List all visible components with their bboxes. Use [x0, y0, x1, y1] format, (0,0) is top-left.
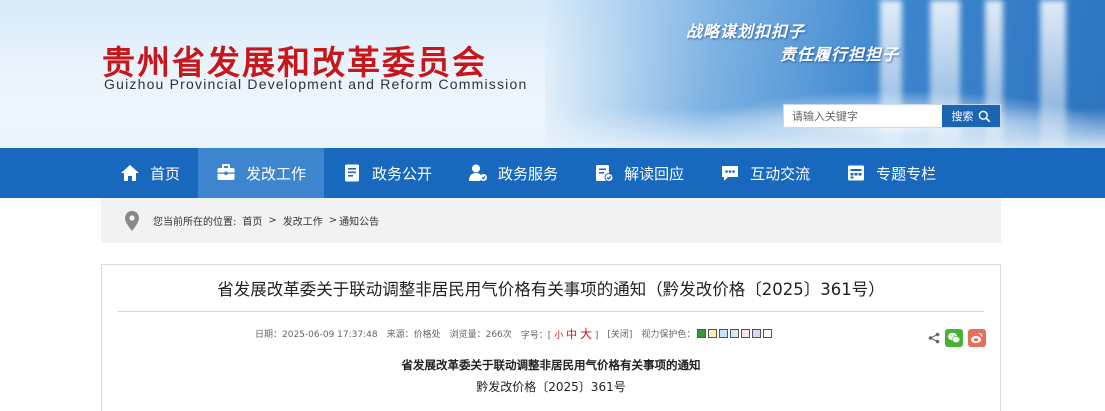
close-link[interactable]: [关闭]: [607, 327, 632, 340]
breadcrumb-separator: >: [328, 215, 338, 226]
search-button[interactable]: 搜索: [942, 105, 1000, 127]
eye-color-swatch[interactable]: [730, 329, 740, 338]
eye-color-swatch[interactable]: [763, 329, 773, 338]
article-meta: 日期：2025-06-09 17:37:48 来源：价格处 浏览量：266次 字…: [255, 325, 773, 342]
share-icon[interactable]: [928, 332, 940, 344]
nav-label: 首页: [150, 164, 181, 183]
nav-label: 发改工作: [246, 164, 307, 183]
breadcrumb: 您当前所在的位置: 首页 > 发改工作 > 通知公告: [101, 198, 1001, 243]
location-pin-icon: [125, 210, 139, 231]
font-size-medium[interactable]: 中: [566, 328, 577, 341]
nav-item-interaction[interactable]: 互动交流: [702, 148, 828, 198]
font-size-large[interactable]: 大: [580, 327, 592, 341]
font-size-bracket: ]: [594, 331, 599, 341]
eye-color-swatch[interactable]: [708, 329, 718, 338]
eye-color-swatch[interactable]: [697, 329, 707, 338]
nav-label: 政务服务: [498, 164, 559, 183]
wechat-icon: [948, 332, 961, 344]
breadcrumb-separator: >: [268, 215, 277, 226]
nav-item-services[interactable]: 政务服务: [450, 148, 576, 198]
weibo-share-button[interactable]: [968, 329, 986, 347]
share-bar: [928, 329, 986, 347]
slogan-line-1: 战略谋划扣扣子: [686, 22, 806, 41]
font-size-label: 字号：[: [520, 331, 552, 341]
nav-label: 互动交流: [750, 164, 811, 183]
font-size-control: 字号：[ 小 中 大 ]: [521, 325, 599, 342]
slogan-line-2: 责任履行担担子: [780, 45, 900, 64]
breadcrumb-notices[interactable]: 通知公告: [339, 213, 379, 228]
view-count: 浏览量：266次: [449, 330, 512, 340]
nav-item-topics[interactable]: 专题专栏: [828, 148, 954, 198]
wechat-share-button[interactable]: [945, 329, 963, 347]
site-subtitle: Guizhou Provincial Development and Refor…: [104, 76, 528, 92]
article-panel: 省发展改革委关于联动调整非居民用气价格有关事项的通知（黔发改价格〔2025〕36…: [101, 264, 1001, 411]
nav-item-home[interactable]: 首页: [102, 148, 198, 198]
breadcrumb-prefix: 您当前所在的位置:: [153, 217, 237, 228]
document-icon: [345, 164, 360, 182]
nav-item-interpretation[interactable]: 解读回应: [576, 148, 702, 198]
eye-protect-control: 视力保护色：: [641, 327, 773, 340]
person-service-icon: [469, 164, 488, 181]
nav-label: 解读回应: [624, 164, 685, 183]
clipboard-check-icon: [596, 165, 614, 182]
eye-color-swatch[interactable]: [752, 329, 762, 338]
header-banner: 贵州省发展和改革委员会 Guizhou Provincial Developme…: [0, 0, 1105, 148]
chat-icon: [722, 166, 739, 181]
search-icon: [978, 110, 990, 122]
nav-label: 政务公开: [372, 164, 433, 183]
article-source: 来源：价格处: [386, 330, 441, 340]
calendar-icon: [848, 165, 865, 181]
main-nav: 首页 发改工作 政务公开 政务服务 解读回应 互动交流 专题专栏: [0, 148, 1105, 198]
nav-item-work[interactable]: 发改工作: [198, 148, 325, 198]
eye-color-swatches: [697, 329, 773, 338]
search-button-label: 搜索: [951, 110, 974, 123]
font-size-small[interactable]: 小: [554, 331, 563, 341]
eye-protect-label: 视力保护色：: [641, 330, 696, 340]
briefcase-icon: [217, 164, 235, 180]
breadcrumb-home[interactable]: 首页: [242, 213, 262, 228]
search-box: 搜索: [783, 104, 1001, 128]
document-number: 黔发改价格〔2025〕361号: [476, 380, 626, 394]
home-icon: [121, 165, 139, 181]
article-title: 省发展改革委关于联动调整非居民用气价格有关事项的通知（黔发改价格〔2025〕36…: [217, 280, 885, 299]
nav-label: 专题专栏: [876, 164, 937, 183]
search-input[interactable]: [784, 105, 942, 127]
weibo-icon: [971, 332, 983, 344]
breadcrumb-work[interactable]: 发改工作: [283, 213, 323, 228]
eye-color-swatch[interactable]: [741, 329, 751, 338]
eye-color-swatch[interactable]: [719, 329, 729, 338]
title-divider: [118, 311, 984, 312]
nav-item-public-affairs[interactable]: 政务公开: [324, 148, 450, 198]
publish-date: 日期：2025-06-09 17:37:48: [255, 330, 378, 340]
document-heading: 省发展改革委关于联动调整非居民用气价格有关事项的通知: [401, 358, 701, 372]
